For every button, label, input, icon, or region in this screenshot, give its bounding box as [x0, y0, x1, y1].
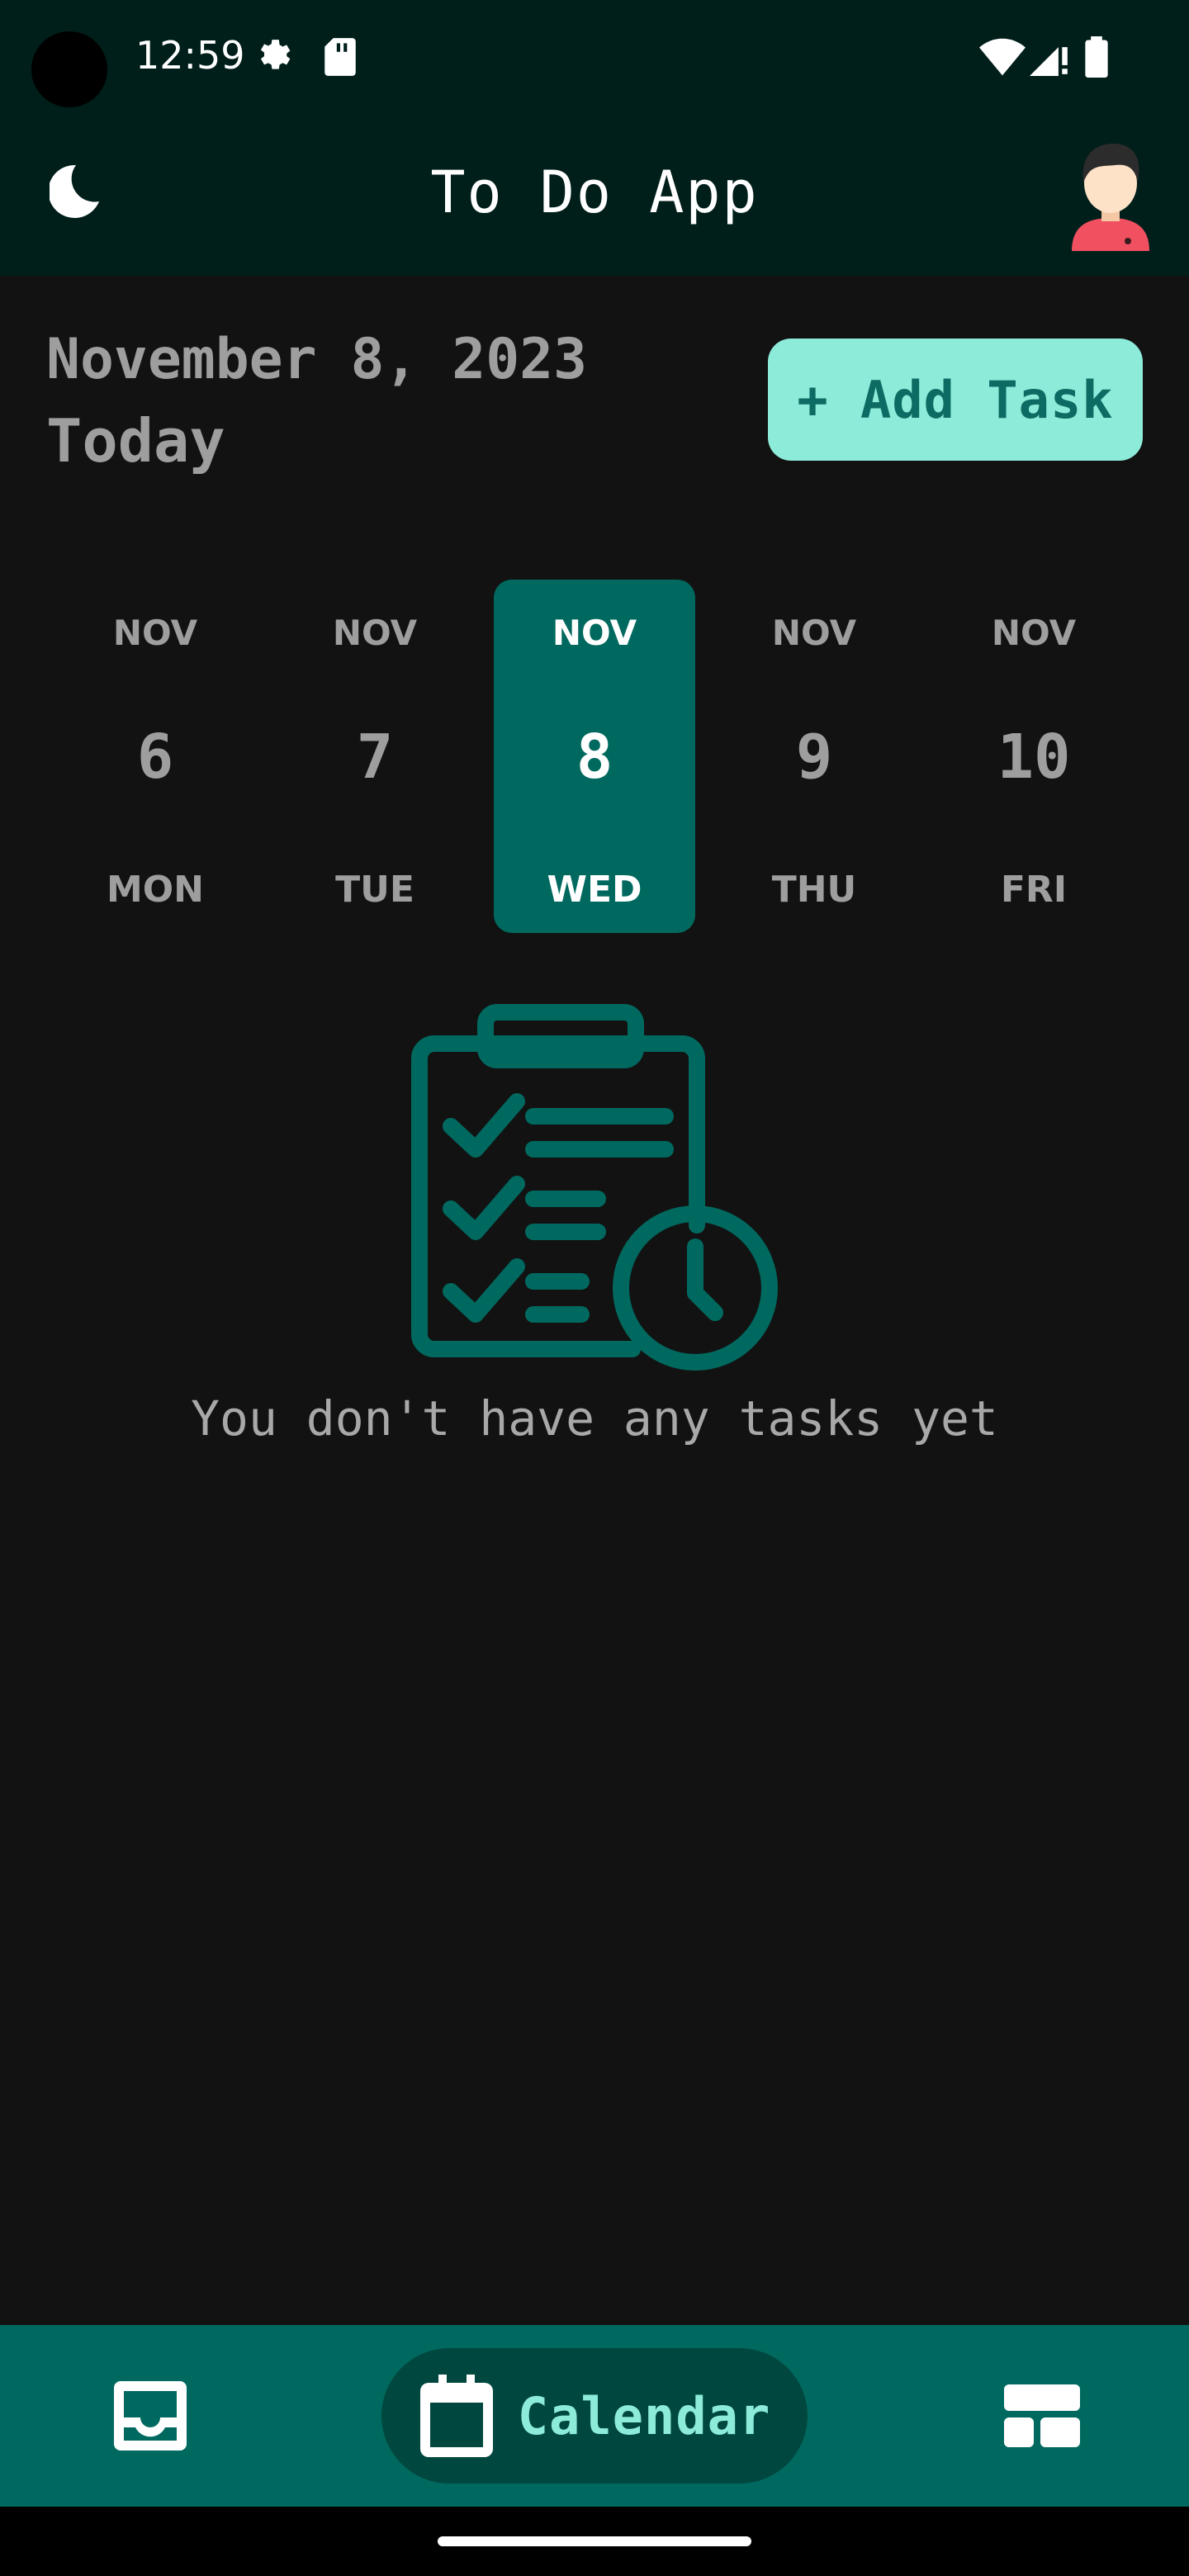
status-time: 12:59 [135, 33, 245, 78]
inbox-icon [114, 2381, 187, 2451]
date-weekday: WED [547, 869, 642, 911]
settings-icon [254, 36, 296, 81]
date-day: 8 [576, 722, 613, 793]
nav-board[interactable] [974, 2325, 1110, 2507]
date-item-selected[interactable]: NOV 8 WED [494, 580, 695, 933]
empty-state-message: You don't have any tasks yet [191, 1390, 998, 1447]
date-item[interactable]: NOV 9 THU [713, 580, 915, 933]
date-weekday: TUE [335, 869, 414, 911]
today-label: Today [46, 406, 225, 476]
current-date: November 8, 2023 [46, 327, 588, 392]
nav-calendar-label: Calendar [517, 2385, 771, 2446]
nav-calendar[interactable]: Calendar [381, 2325, 808, 2507]
home-gesture-bar[interactable] [438, 2536, 751, 2546]
date-month: NOV [112, 613, 198, 653]
date-item[interactable]: NOV 10 FRI [933, 580, 1135, 933]
dashboard-icon [1004, 2384, 1080, 2447]
gesture-area [0, 2507, 1189, 2576]
date-month: NOV [771, 613, 857, 653]
date-day: 9 [795, 722, 833, 793]
nav-inbox[interactable] [83, 2325, 218, 2507]
date-day: 10 [997, 722, 1071, 793]
date-month: NOV [332, 613, 418, 653]
battery-icon [1085, 36, 1108, 81]
bottom-navigation: Calendar [0, 2325, 1189, 2507]
date-strip: NOV 6 MON NOV 7 TUE NOV 8 WED NOV 9 THU … [0, 580, 1189, 933]
add-task-button[interactable]: + Add Task [768, 339, 1143, 461]
date-weekday: THU [771, 869, 857, 911]
wifi-icon [979, 36, 1026, 79]
clipboard-clock-icon [410, 1002, 781, 1374]
date-weekday: FRI [1000, 869, 1068, 911]
avatar-icon [1072, 144, 1149, 251]
date-day: 6 [136, 722, 174, 793]
date-item[interactable]: NOV 7 TUE [274, 580, 476, 933]
app-title: To Do App [430, 159, 759, 226]
date-item[interactable]: NOV 6 MON [54, 580, 256, 933]
profile-avatar[interactable] [1065, 135, 1156, 251]
date-day: 7 [356, 722, 394, 793]
signal-icon [1029, 36, 1070, 79]
sd-card-icon [322, 36, 358, 81]
calendar-icon [419, 2375, 493, 2457]
app-bar: To Do App [0, 116, 1189, 276]
camera-cutout [31, 31, 107, 107]
date-month: NOV [991, 613, 1077, 653]
date-weekday: MON [106, 869, 204, 911]
date-month: NOV [552, 613, 637, 653]
status-bar: 12:59 [0, 0, 1189, 116]
nav-calendar-active-pill[interactable]: Calendar [381, 2348, 808, 2484]
